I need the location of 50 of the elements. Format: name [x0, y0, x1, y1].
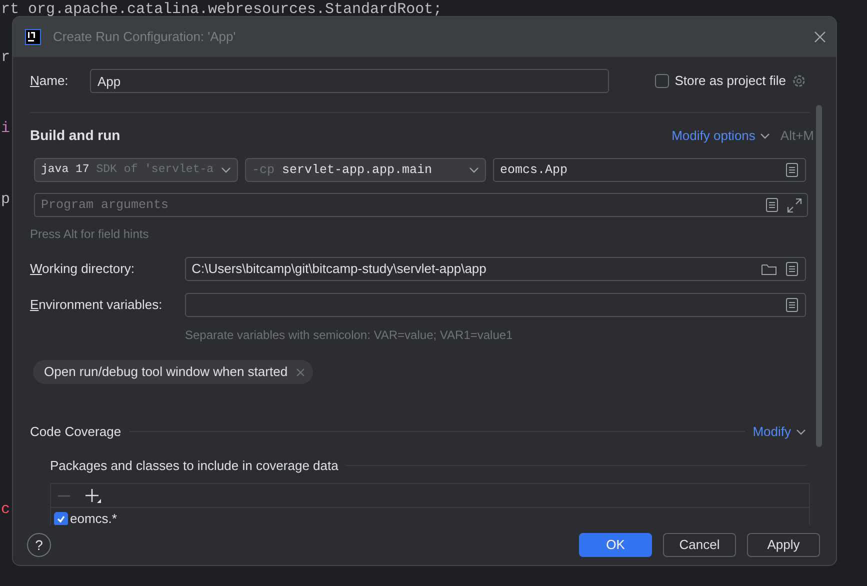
- code-line: i: [1, 120, 10, 138]
- section-heading: Code Coverage: [30, 423, 122, 441]
- gear-icon[interactable]: [792, 74, 806, 88]
- jre-dropdown[interactable]: java 17 SDK of 'servlet-a: [34, 158, 238, 182]
- folder-icon[interactable]: [761, 262, 777, 276]
- section-heading: Build and run: [30, 126, 122, 145]
- option-label: Open run/debug tool window when started: [44, 363, 288, 382]
- apply-button[interactable]: Apply: [747, 533, 820, 557]
- document-icon[interactable]: [785, 262, 799, 276]
- close-icon[interactable]: [814, 31, 826, 43]
- option-tag[interactable]: Open run/debug tool window when started: [33, 360, 313, 384]
- pattern-label: eomcs.*: [70, 510, 117, 525]
- window-title: Create Run Configuration: 'App': [53, 28, 237, 46]
- check-icon: [56, 514, 66, 524]
- chevron-down-icon: [760, 132, 770, 138]
- environment-variables-field[interactable]: [184, 293, 806, 317]
- code-line: r: [1, 48, 10, 67]
- field-label: Environment variables:: [30, 296, 164, 314]
- scrollbar[interactable]: [816, 105, 822, 447]
- modify-link[interactable]: Modify: [752, 422, 806, 442]
- program-arguments-field[interactable]: Program arguments: [34, 193, 808, 217]
- ok-button[interactable]: OK: [579, 533, 652, 557]
- subsection-heading: Packages and classes to include in coverage data: [50, 456, 338, 475]
- name-field[interactable]: App: [90, 69, 609, 93]
- chevron-down-icon: [469, 167, 479, 173]
- field-hint: Press Alt for field hints: [30, 226, 150, 243]
- field-hint: Separate variables with semicolon: VAR=value; VAR1=value1: [185, 327, 514, 344]
- classpath-dropdown[interactable]: -cp servlet-app.app.main: [245, 158, 486, 182]
- chevron-down-icon: [796, 428, 806, 435]
- document-icon[interactable]: [765, 198, 779, 212]
- document-icon[interactable]: [785, 298, 799, 312]
- chevron-down-icon: [221, 167, 231, 173]
- document-icon[interactable]: [785, 163, 799, 177]
- checkbox-label: Store as project file: [674, 72, 786, 90]
- working-directory-field[interactable]: C:\Users\bitcamp\git\bitcamp-study\servlet-app\app: [184, 257, 806, 281]
- field-label: Name:: [30, 72, 70, 90]
- checkbox[interactable]: [54, 512, 68, 525]
- modify-options-link[interactable]: Modify options: [672, 126, 770, 146]
- shortcut-label: Alt+M: [780, 126, 814, 145]
- checkbox[interactable]: [654, 74, 669, 88]
- code-line: p: [1, 191, 10, 210]
- code-line: rt org.apache.catalina.webresources.StandardRoot;: [1, 1, 442, 19]
- cancel-button[interactable]: Cancel: [663, 533, 736, 557]
- expand-icon[interactable]: [787, 198, 802, 212]
- app-logo-icon: [25, 29, 41, 45]
- help-button[interactable]: ?: [27, 533, 51, 557]
- field-label: Working directory:: [30, 260, 136, 278]
- code-line: c: [1, 500, 10, 519]
- main-class-field[interactable]: eomcs.App: [493, 158, 806, 182]
- plus-icon[interactable]: [85, 488, 101, 502]
